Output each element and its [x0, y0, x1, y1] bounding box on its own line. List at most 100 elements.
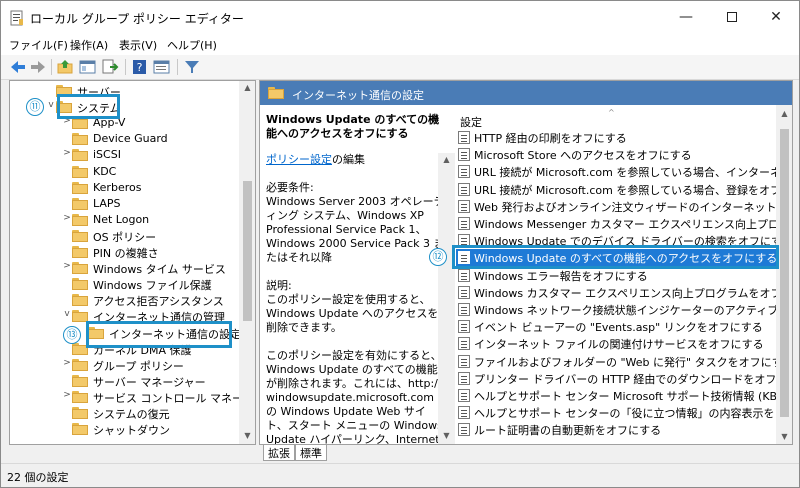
policy-setting-icon [458, 303, 470, 316]
policy-setting-icon [458, 406, 470, 420]
settings-column-header[interactable]: 設定 ^ [458, 108, 776, 130]
description-label: 説明: [266, 279, 292, 292]
setting-row[interactable]: ルート証明書の自動更新をオフにする [456, 421, 778, 438]
setting-row[interactable]: Microsoft Store へのアクセスをオフにする [456, 146, 778, 163]
scroll-down-icon[interactable]: ▼ [438, 431, 455, 440]
setting-row[interactable]: ファイルおよびフォルダーの "Web に発行" タスクをオフにする [456, 353, 778, 370]
menu-view[interactable]: 表示(V) [119, 37, 157, 53]
callout-11: ⑪ [26, 98, 44, 116]
minimize-button[interactable]: — [663, 1, 709, 33]
setting-row[interactable]: Windows ネットワーク接続状態インジケーターのアクティブなテストを無... [456, 301, 778, 318]
tree-item-label: サービス コントロール マネージャーの設 [93, 391, 255, 405]
scroll-down-icon[interactable]: ▼ [239, 431, 255, 440]
setting-label: URL 接続が Microsoft.com を参照している場合、インターネット接… [474, 166, 778, 180]
callout-12: ⑫ [429, 248, 447, 266]
menu-bar: ファイル(F) 操作(A) 表示(V) ヘルプ(H) [1, 33, 799, 55]
tree-item[interactable]: システムの復元 [10, 405, 238, 421]
toolbar-separator [125, 59, 126, 75]
help-icon[interactable]: ? [131, 59, 149, 75]
menu-help[interactable]: ヘルプ(H) [167, 37, 217, 53]
tree-item[interactable]: > iSCSI [10, 147, 238, 163]
up-folder-icon[interactable] [57, 59, 75, 75]
setting-label: Windows カスタマー エクスペリエンス向上プログラムをオフにする [474, 286, 778, 300]
tree-item[interactable]: KDC [10, 164, 238, 180]
tree-item[interactable]: シャットダウン [10, 421, 238, 437]
close-icon: ✕ [770, 9, 782, 25]
policy-description: Windows Update のすべての機能へのアクセスをオフにする ポリシー設… [266, 113, 446, 445]
forward-arrow-icon[interactable] [29, 59, 47, 75]
setting-row[interactable]: Windows カスタマー エクスペリエンス向上プログラムをオフにする [456, 284, 778, 301]
setting-row[interactable]: ヘルプとサポート センターの「役に立つ情報」の内容表示をしない [456, 404, 778, 421]
tree-item[interactable]: アクセス拒否アシスタンス [10, 292, 238, 308]
tab-standard[interactable]: 標準 [295, 445, 327, 461]
menu-action[interactable]: 操作(A) [70, 37, 108, 53]
chevron-right-icon[interactable]: > [62, 390, 72, 400]
tree-item[interactable]: > サービス コントロール マネージャーの設 [10, 389, 255, 405]
tab-extended[interactable]: 拡張 [263, 445, 295, 461]
navigation-tree: サーバー v システム > App-V Device Guard > iSCSI KDC Kerb… [9, 80, 256, 445]
tree-item[interactable]: Device Guard [10, 131, 238, 147]
setting-row[interactable]: URL 接続が Microsoft.com を参照している場合、インターネット接… [456, 163, 778, 180]
policy-setting-icon [458, 268, 470, 282]
properties-icon[interactable] [153, 59, 171, 75]
setting-row[interactable]: Windows Messenger カスタマー エクスペリエンス向上プログラムを… [456, 215, 778, 232]
policy-setting-icon [458, 217, 470, 230]
tree-item-label: アクセス拒否アシスタンス [93, 295, 224, 309]
folder-icon [72, 149, 88, 162]
description-scrollbar[interactable]: ▲ ▼ [438, 153, 455, 444]
tree-item[interactable]: サーバー [10, 83, 238, 99]
tree-item-label: サーバー マネージャー [93, 375, 206, 389]
tree-scroll-thumb[interactable] [243, 181, 252, 321]
settings-scroll-thumb[interactable] [780, 129, 789, 417]
chevron-right-icon[interactable]: > [62, 148, 72, 158]
setting-row[interactable]: HTTP 経由の印刷をオフにする [456, 129, 778, 146]
setting-row[interactable]: インターネット ファイルの関連付けサービスをオフにする [456, 335, 778, 352]
show-hide-tree-icon[interactable] [79, 59, 97, 75]
tree-item[interactable]: LAPS [10, 196, 238, 212]
settings-scrollbar[interactable]: ▲ ▼ [776, 105, 792, 444]
tree-vertical-scrollbar[interactable]: ▲ ▼ [239, 81, 255, 444]
policy-setting-icon [458, 131, 470, 144]
scroll-up-icon[interactable]: ▲ [776, 109, 792, 118]
details-header-title: インターネット通信の設定 [292, 89, 424, 102]
setting-row[interactable]: Web 発行およびオンライン注文ウィザードのインターネット ダウンロードを... [456, 198, 778, 215]
setting-row[interactable]: イベント ビューアーの "Events.asp" リンクをオフにする [456, 318, 778, 335]
setting-row[interactable]: プリンター ドライバーの HTTP 経由でのダウンロードをオフにする [456, 370, 778, 387]
setting-row[interactable]: ヘルプとサポート センター Microsoft サポート技術情報 (KB) の検… [456, 387, 778, 404]
close-button[interactable]: ✕ [753, 1, 799, 33]
scroll-up-icon[interactable]: ▲ [438, 155, 455, 164]
tree-item[interactable]: > Net Logon [10, 212, 238, 228]
export-list-icon[interactable] [101, 59, 119, 75]
callout-13: ⑬ [63, 326, 81, 344]
tree-item[interactable]: > Windows タイム サービス [10, 260, 238, 276]
menu-file[interactable]: ファイル(F) [9, 37, 68, 53]
tree-item[interactable]: Windows ファイル保護 [10, 276, 238, 292]
setting-row[interactable]: URL 接続が Microsoft.com を参照している場合、登録をオフにする [456, 181, 778, 198]
tree-item[interactable]: > App-V [10, 115, 238, 131]
chevron-down-icon[interactable]: v [46, 100, 56, 110]
requirements-text: Windows Server 2003 オペレーティング システム、Window… [266, 195, 445, 264]
tree-item[interactable]: PIN の複雑さ [10, 244, 238, 260]
back-arrow-icon[interactable] [9, 59, 27, 75]
tree-item[interactable]: サーバー マネージャー [10, 373, 238, 389]
tree-item[interactable]: OS ポリシー [10, 228, 238, 244]
chevron-right-icon[interactable]: > [62, 213, 72, 223]
description-text-2: このポリシー設定を有効にすると、Windows Update のすべての機能が削… [266, 349, 443, 445]
filter-icon[interactable] [183, 59, 201, 75]
tree-item[interactable]: > グループ ポリシー [10, 357, 238, 373]
policy-setting-icon [458, 199, 470, 213]
chevron-right-icon[interactable]: > [62, 261, 72, 271]
maximize-icon [727, 12, 737, 22]
chevron-right-icon[interactable]: > [62, 358, 72, 368]
setting-row[interactable]: Windows エラー報告をオフにする [456, 267, 778, 284]
edit-policy-link[interactable]: ポリシー設定 [266, 153, 332, 166]
group-policy-app-icon [10, 10, 23, 26]
tree-item[interactable]: Kerberos [10, 180, 238, 196]
status-bar: 22 個の設定 [1, 463, 799, 487]
scroll-up-icon[interactable]: ▲ [239, 83, 255, 92]
scroll-down-icon[interactable]: ▼ [776, 432, 792, 441]
toolbar: ? [1, 55, 799, 80]
tree-item[interactable]: v システム [10, 99, 238, 115]
maximize-button[interactable] [709, 1, 755, 33]
chevron-down-icon[interactable]: v [62, 309, 72, 319]
